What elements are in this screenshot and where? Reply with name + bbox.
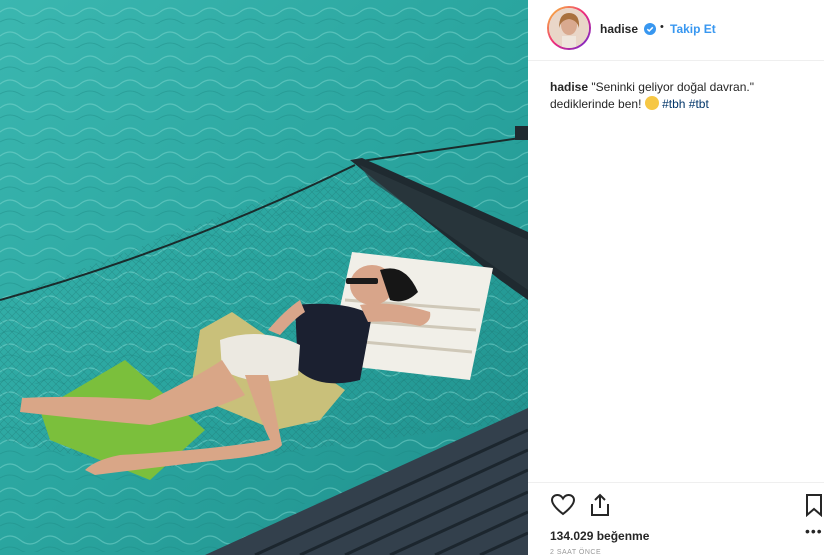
share-icon[interactable] — [588, 492, 612, 518]
avatar[interactable] — [547, 6, 591, 50]
verified-badge-icon — [644, 23, 656, 35]
hashtag-tbh[interactable]: #tbh — [662, 97, 685, 111]
follow-button[interactable]: Takip Et — [670, 22, 716, 36]
post-photo[interactable] — [0, 0, 528, 555]
bookmark-icon[interactable] — [805, 493, 823, 517]
hashtag-tbt[interactable]: #tbt — [689, 97, 709, 111]
likes-count[interactable]: 134.029 beğenme — [550, 529, 649, 543]
post-sidebar: hadise • Takip Et hadise "Seninki geliyo… — [528, 0, 824, 556]
username[interactable]: hadise — [600, 22, 638, 36]
more-icon[interactable]: ••• — [805, 523, 823, 539]
post-actions: 134.029 beğenme ••• 2 SAAT ÖNCE — [528, 482, 824, 556]
post-header: hadise • Takip Et — [528, 0, 824, 61]
post-caption: hadise "Seninki geliyor doğal davran." d… — [550, 79, 800, 113]
separator-dot: • — [660, 21, 664, 33]
heart-icon[interactable] — [550, 493, 576, 517]
caption-username[interactable]: hadise — [550, 80, 588, 94]
grimace-emoji-icon — [644, 96, 659, 110]
